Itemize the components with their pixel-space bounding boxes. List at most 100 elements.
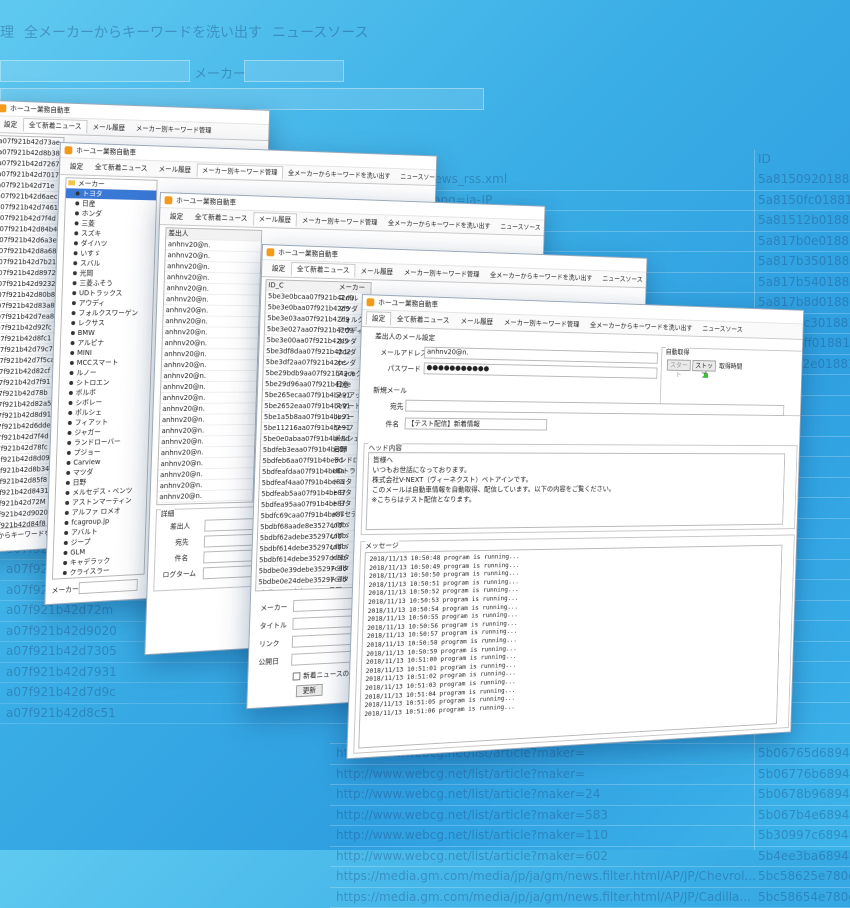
stop-button[interactable]: ストップ [692, 360, 716, 372]
maker-tree-item[interactable]: レクサス [61, 318, 152, 328]
list-item[interactable]: a07f921b42d84b4 [0, 224, 61, 236]
maker-name: アルピナ [77, 339, 104, 347]
table-row[interactable]: 5be2652eaa07f91b4be91スマート [262, 401, 367, 412]
window-4-title: ホーユー業務自動車 [278, 248, 338, 260]
tab-mail-history[interactable]: メール履歴 [455, 314, 499, 329]
tab-mail-history[interactable]: メール履歴 [87, 120, 131, 135]
maker-tree-item[interactable]: 光岡 [63, 268, 154, 279]
tab-extract-keywords[interactable]: 全メーカーからキーワードを洗い出す [585, 318, 698, 335]
maker-name: アバルト [71, 528, 98, 537]
row-maker: スバル [338, 293, 358, 303]
table-row[interactable]: 5bdfeb3eaa07f91b4be8d日野 [261, 445, 366, 457]
password-label: パスワード [387, 364, 421, 375]
list-item[interactable]: a07f921b42d83a8 [0, 301, 58, 312]
table-row[interactable]: 5be265ecaa07f91b4be91フィアット [263, 390, 368, 401]
sender-list[interactable]: 差出人 anhnv20@n.anhnv20@n.anhnv20@n.anhnv2… [156, 227, 262, 505]
list-item[interactable]: a07f921b42d7b21 [0, 257, 60, 268]
maker-name: ダイハツ [81, 239, 108, 247]
maker-name: レクサス [78, 319, 105, 327]
tab-maker-keywords[interactable]: メーカー別キーワード管理 [296, 213, 383, 229]
tab-settings[interactable]: 設定 [164, 209, 190, 224]
message-log[interactable]: 2018/11/13 10:50:48 program is running..… [358, 545, 782, 749]
tab-extract-keywords[interactable]: 全メーカーからキーワードを洗い出す [283, 166, 396, 183]
tab-news-source[interactable]: ニュースソース [597, 272, 647, 286]
sender-row[interactable]: anhnv20@n. [161, 382, 256, 393]
sender-row[interactable]: anhnv20@n. [162, 349, 257, 360]
sender-row[interactable]: anhnv20@n. [162, 338, 257, 349]
tab-all-news[interactable]: 全て新着ニュース [291, 262, 355, 278]
maker-tree-item[interactable]: 三菱ふそう [63, 278, 154, 289]
bg-left-id: a07f921b42d9020 [6, 624, 117, 638]
tab-all-news[interactable]: 全て新着ニュース [23, 118, 87, 134]
rss-icon [0, 104, 6, 112]
folder-icon [68, 180, 75, 185]
list-item[interactable]: a07f921b42d80b8 [0, 290, 58, 301]
sender-row[interactable]: anhnv20@n. [163, 316, 258, 328]
email-field[interactable]: anhnv20@n. [424, 347, 658, 364]
tab-settings[interactable]: 設定 [64, 159, 90, 174]
list-item[interactable]: a07f921b42d92fc [0, 322, 57, 334]
sender-row[interactable]: anhnv20@n. [163, 327, 258, 339]
bullet-icon [75, 211, 79, 215]
maker-tree-item[interactable]: アウディ [62, 298, 153, 308]
list-item[interactable]: a07f921b42d6aec [0, 191, 62, 203]
maker-tree-item[interactable]: アルピナ [61, 338, 152, 348]
tab-mail-history[interactable]: メール履歴 [153, 162, 197, 177]
table-row[interactable]: 5be1a5b8aa07f91b4be91ルノー [262, 412, 367, 423]
start-button[interactable]: スタート [667, 359, 691, 371]
tab-maker-keywords[interactable]: メーカー別キーワード管理 [196, 163, 283, 179]
bg-row-url: http://www.webcg.net/list/article?maker=… [336, 787, 600, 801]
update-button[interactable]: 更新 [296, 684, 323, 697]
col-maker-header[interactable]: メーカー [339, 282, 365, 293]
bullet-icon [74, 231, 78, 235]
bullet-icon [72, 291, 76, 295]
subject-field[interactable]: 【テスト配信】新着情報 [405, 418, 548, 431]
maker-tree-item[interactable]: BMW [61, 328, 152, 338]
tab-mail-history[interactable]: メール履歴 [253, 212, 297, 227]
list-item[interactable]: a07f921b42d8a68 [0, 246, 60, 257]
maker-name: ダッジ [69, 578, 89, 580]
bg-left-id: a07f921b42d7d9c [6, 685, 116, 699]
bullet-icon [74, 251, 78, 255]
table-row[interactable]: 5be29bdb9aa07f921b42ceフォルクス [263, 368, 368, 380]
maker-footer-input[interactable] [79, 579, 138, 594]
tab-maker-keywords[interactable]: メーカー別キーワード管理 [498, 315, 585, 331]
tab-news-source[interactable]: ニュースソース [395, 170, 437, 184]
table-row[interactable]: 5be29d96aa07f921b42ce日産 [263, 379, 368, 391]
sender-row[interactable]: anhnv20@n. [162, 360, 257, 371]
sender-row[interactable]: anhnv20@n. [161, 371, 256, 382]
maker-tree[interactable]: メーカー トヨタ日産ホンダ三菱スズキダイハツいすゞスバル光岡三菱ふそうUDトラッ… [52, 177, 158, 580]
bg-row-id: 5b06765d6894878 [758, 746, 850, 760]
tab-mail-history[interactable]: メール履歴 [355, 264, 399, 279]
maker-tree-item[interactable]: フォルクスワーゲン [62, 308, 153, 318]
col-id-header[interactable]: ID_C [268, 281, 284, 289]
body-textarea[interactable]: 皆様へいつもお世話になっております。株式会社V-NEXT（ヴィーネクスト）ベトア… [366, 452, 786, 530]
table-row[interactable]: 5be0e0abaa07f91b4be8dポルシェ [261, 434, 366, 445]
tab-news-source[interactable]: ニュースソース [495, 220, 545, 234]
bg-row-id: 5b30997c6894878 [758, 828, 850, 842]
list-item[interactable]: a07f921b42d6a3e [0, 235, 60, 246]
tab-settings[interactable]: 設定 [266, 261, 292, 276]
tab-settings[interactable]: 設定 [366, 311, 392, 326]
tab-maker-keywords[interactable]: メーカー別キーワード管理 [130, 121, 217, 137]
bg-menu-item: 理 [0, 22, 14, 42]
tab-extract-keywords[interactable]: 全メーカーからキーワードを洗い出す [383, 216, 496, 233]
tab-news-source[interactable]: ニュースソース [697, 322, 747, 336]
maker-tree-item[interactable]: UDトラックス [62, 288, 153, 298]
list-item[interactable]: a07f921b42d8972 [0, 268, 59, 279]
bullet-icon [73, 261, 77, 265]
sender-row[interactable]: anhnv20@n. [161, 393, 256, 405]
tab-all-news[interactable]: 全て新着ニュース [189, 210, 253, 226]
tab-maker-keywords[interactable]: メーカー別キーワード管理 [398, 265, 485, 281]
list-item[interactable]: a07f921b42d7f4d [0, 213, 61, 225]
list-item[interactable]: a07f921b42d9232 [0, 279, 59, 290]
tab-settings[interactable]: 設定 [0, 117, 23, 132]
rss-icon [64, 146, 72, 154]
tab-all-news[interactable]: 全て新着ニュース [89, 160, 153, 176]
list-item[interactable]: a07f921b42d7ea8 [0, 312, 58, 324]
tab-extract-keywords[interactable]: 全メーカーからキーワードを洗い出す [485, 268, 598, 285]
list-item[interactable]: a07f921b42d7461 [0, 202, 61, 214]
tab-all-news[interactable]: 全て新着ニュース [391, 312, 455, 328]
table-row[interactable]: 5be11216aa07f91b4be91ワーフ [261, 423, 366, 434]
password-field[interactable]: ●●●●●●●●●●● [423, 362, 657, 378]
